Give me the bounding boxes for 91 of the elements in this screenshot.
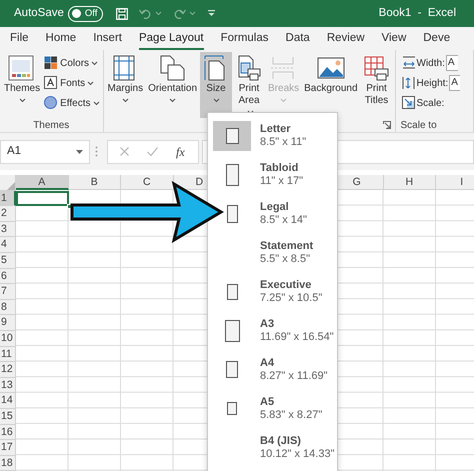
select-all-button[interactable] — [0, 175, 16, 191]
ribbon-tab[interactable]: Data — [286, 27, 310, 50]
color-palette-icon — [44, 56, 58, 70]
ribbon-tab[interactable]: Insert — [93, 27, 122, 50]
page-icon — [226, 164, 238, 186]
row-header[interactable]: 6 — [0, 268, 16, 284]
check-icon[interactable] — [147, 147, 158, 156]
column-header[interactable]: C — [121, 175, 174, 190]
dropdown-field[interactable]: A — [449, 75, 460, 91]
field-label: Width: — [416, 56, 445, 70]
menu-item[interactable]: Letter 8.5" x 11" — [208, 116, 337, 155]
orientation-icon — [158, 55, 187, 81]
ribbon-tab[interactable]: Review — [326, 27, 365, 50]
column-header[interactable]: B — [68, 175, 121, 190]
menu-item[interactable]: A4 8.27" x 11.69" — [208, 350, 337, 389]
dialog-launcher-icon[interactable] — [382, 121, 391, 129]
row-header[interactable]: 12 — [0, 362, 16, 378]
undo-icon[interactable] — [139, 8, 152, 19]
row-header[interactable]: 8 — [0, 300, 16, 316]
column-header[interactable]: A — [16, 175, 68, 190]
page-icon — [224, 320, 240, 342]
caret-icon — [155, 11, 162, 16]
menu-item[interactable]: Executive 7.25" x 10.5" — [208, 272, 337, 311]
page-icon — [227, 402, 237, 415]
row-header[interactable]: 3 — [0, 222, 16, 238]
window-title: Book1 - Excel — [378, 6, 456, 21]
theme-icon — [8, 55, 36, 81]
menu-item[interactable]: Statement 5.5" x 8.5" — [208, 233, 337, 272]
field-label: Height: — [416, 76, 448, 90]
ribbon-button[interactable]: Fonts — [43, 73, 101, 93]
cancel-icon[interactable] — [120, 147, 129, 156]
row-header[interactable]: 11 — [0, 346, 16, 362]
save-icon[interactable] — [116, 8, 128, 20]
ribbon-tab[interactable]: File — [10, 27, 29, 50]
row-header[interactable]: 1 — [0, 190, 16, 206]
page-icon — [226, 128, 238, 144]
row-header[interactable]: 5 — [0, 252, 16, 269]
field-label: Scale: — [416, 96, 444, 110]
menu-item[interactable]: A5 5.83" x 8.27" — [208, 389, 337, 428]
page-icon — [226, 284, 238, 300]
ribbon-button[interactable]: Themes — [2, 52, 42, 118]
cell-reference: A1 — [7, 144, 22, 159]
page-icon — [226, 361, 238, 378]
group-label: Scale to — [400, 120, 437, 131]
background-image-icon — [316, 55, 345, 81]
ribbon-button[interactable]: Colors — [43, 53, 101, 73]
height-icon — [402, 76, 416, 90]
autosave-toggle[interactable]: Off — [68, 6, 104, 22]
autosave-label: AutoSave — [14, 6, 64, 21]
scale-icon — [402, 96, 416, 110]
customize-icon[interactable] — [208, 10, 216, 17]
ribbon-button[interactable]: Margins — [106, 52, 146, 118]
print-titles-icon — [362, 55, 391, 81]
column-header[interactable]: I — [436, 175, 474, 190]
ribbon-button[interactable]: Print Titles — [360, 52, 393, 118]
redo-icon[interactable] — [173, 8, 186, 19]
menu-item[interactable]: B4 (JIS) 10.12" x 14.33" — [208, 428, 337, 467]
row-header[interactable]: 9 — [0, 315, 16, 331]
effects-icon — [44, 96, 58, 110]
ribbon-tab[interactable]: Deve — [423, 27, 450, 50]
ribbon-tab[interactable]: Formulas — [220, 27, 269, 50]
name-box[interactable]: A1 — [0, 140, 90, 164]
caret-icon — [76, 150, 83, 154]
row-header[interactable]: 2 — [0, 206, 16, 222]
column-header[interactable]: H — [384, 175, 436, 190]
width-icon — [402, 56, 416, 70]
group-label: Themes — [33, 120, 70, 131]
grip-icon — [95, 146, 98, 157]
row-header[interactable]: 7 — [0, 284, 16, 300]
menu-item[interactable]: Legal 8.5" x 14" — [208, 194, 337, 233]
page-icon — [226, 204, 238, 222]
row-header[interactable]: 10 — [0, 330, 16, 347]
menu-item[interactable]: A3 11.69" x 16.54" — [208, 311, 337, 350]
ribbon-button[interactable]: Effects — [43, 93, 101, 113]
row-header[interactable]: 4 — [0, 237, 16, 253]
selected-cell[interactable] — [16, 190, 68, 206]
row-header[interactable]: 17 — [0, 440, 16, 456]
ribbon-tab[interactable]: View — [382, 27, 406, 50]
row-header[interactable]: 14 — [0, 393, 16, 409]
dropdown-field[interactable]: A — [446, 55, 458, 71]
row-header[interactable]: 13 — [0, 378, 16, 394]
caret-icon — [189, 11, 196, 16]
corner-triangle-icon — [7, 182, 15, 190]
row-header[interactable]: 16 — [0, 424, 16, 440]
ribbon-button[interactable]: Size — [200, 52, 232, 118]
row-header[interactable]: 18 — [0, 456, 16, 471]
insert-function-button[interactable]: fx — [176, 142, 185, 160]
font-icon — [44, 76, 58, 90]
ribbon-tab[interactable]: Home — [46, 27, 76, 50]
row-header[interactable]: 15 — [0, 408, 16, 424]
ribbon-button[interactable]: Orientation — [146, 52, 200, 118]
